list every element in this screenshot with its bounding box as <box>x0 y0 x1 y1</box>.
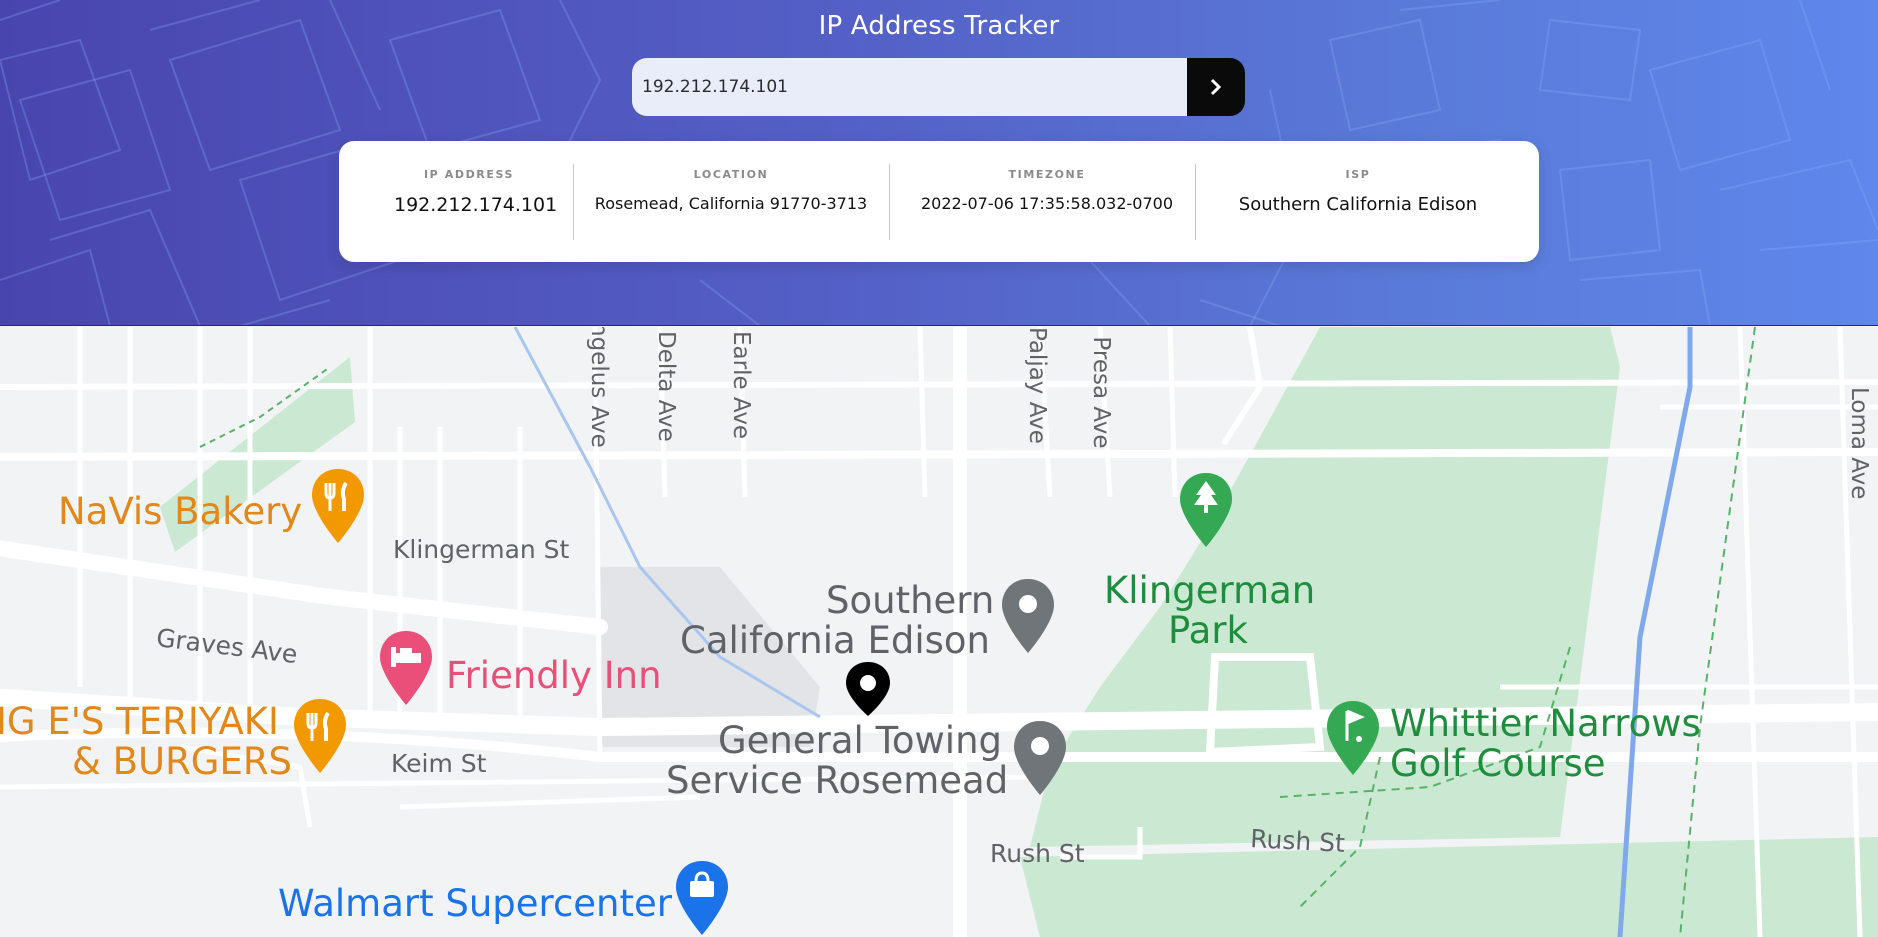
street-label-earle-ave: Earle Ave <box>728 331 754 440</box>
poi-label-golf-line1[interactable]: Whittier Narrows <box>1390 705 1701 742</box>
location-marker-icon[interactable] <box>844 661 892 717</box>
ip-address-section: IP ADDRESS 192.212.174.101 <box>394 165 558 240</box>
shopping-pin-icon[interactable] <box>674 859 730 937</box>
poi-label-navis-bakery[interactable]: NaVis Bakery <box>58 493 302 530</box>
poi-label-sce-line1[interactable]: Southern <box>826 582 994 619</box>
isp-value: Southern California Edison <box>1238 194 1478 215</box>
location-label: LOCATION <box>693 168 769 181</box>
street-label-rush-st: Rush St <box>990 839 1085 868</box>
place-pin-icon[interactable] <box>1012 719 1068 799</box>
ip-address-label: IP ADDRESS <box>423 168 515 181</box>
app-title: IP Address Tracker <box>818 11 1060 41</box>
poi-label-golf-line2[interactable]: Golf Course <box>1390 745 1606 782</box>
street-label-delta-ave: Delta Ave <box>653 331 679 442</box>
poi-label-teriyaki-line1[interactable]: IG E'S TERIYAKI <box>0 703 279 740</box>
place-pin-icon[interactable] <box>1000 577 1056 657</box>
street-label-la-presa-ave: a Presa Ave <box>1088 327 1114 449</box>
location-section: LOCATION Rosemead, California 91770-3713 <box>581 165 881 240</box>
map-view[interactable]: ngelus Ave Delta Ave Earle Ave Paljay Av… <box>0 327 1878 937</box>
ip-search-input[interactable] <box>632 58 1187 116</box>
street-label-rush-st: Rush St <box>1249 824 1346 858</box>
poi-label-park-line1[interactable]: Klingerman <box>1104 572 1315 609</box>
poi-label-towing-line1[interactable]: General Towing <box>718 722 1002 759</box>
info-divider <box>889 164 890 240</box>
isp-section: ISP Southern California Edison <box>1203 165 1513 240</box>
ip-info-card: IP ADDRESS 192.212.174.101 LOCATION Rose… <box>339 141 1539 262</box>
poi-label-teriyaki-line2[interactable]: & BURGERS <box>72 743 292 780</box>
park-pin-icon[interactable] <box>1178 471 1234 551</box>
poi-label-friendly-inn[interactable]: Friendly Inn <box>446 657 662 694</box>
ip-address-value: 192.212.174.101 <box>394 194 558 216</box>
isp-label: ISP <box>1345 168 1371 181</box>
street-label-keim-st: Keim St <box>391 749 487 778</box>
poi-label-towing-line2[interactable]: Service Rosemead <box>666 762 1008 799</box>
poi-label-sce-line2[interactable]: California Edison <box>680 622 990 659</box>
chevron-right-icon <box>1210 78 1222 96</box>
street-label-loma-ave: Loma Ave <box>1846 387 1872 500</box>
poi-label-park-line2[interactable]: Park <box>1168 612 1248 649</box>
search-form <box>632 58 1245 116</box>
location-value: Rosemead, California 91770-3713 <box>594 194 868 213</box>
info-divider <box>573 164 574 240</box>
hotel-pin-icon[interactable] <box>378 629 434 709</box>
restaurant-pin-icon[interactable] <box>292 697 348 777</box>
golf-pin-icon[interactable] <box>1325 699 1381 779</box>
restaurant-pin-icon[interactable] <box>310 467 366 547</box>
street-label-paljay-ave: Paljay Ave <box>1024 327 1050 444</box>
info-divider <box>1195 164 1196 240</box>
timezone-value: 2022-07-06 17:35:58.032-0700 <box>920 194 1174 213</box>
header: IP Address Tracker IP ADDRESS 192.212.17… <box>0 0 1878 326</box>
search-submit-button[interactable] <box>1187 58 1245 116</box>
poi-label-walmart[interactable]: Walmart Supercenter <box>278 885 672 922</box>
street-label-klingerman-st: Klingerman St <box>393 535 570 564</box>
timezone-label: TIMEZONE <box>1008 168 1086 181</box>
street-label-angelus-ave: ngelus Ave <box>586 327 612 448</box>
timezone-section: TIMEZONE 2022-07-06 17:35:58.032-0700 <box>897 165 1197 240</box>
